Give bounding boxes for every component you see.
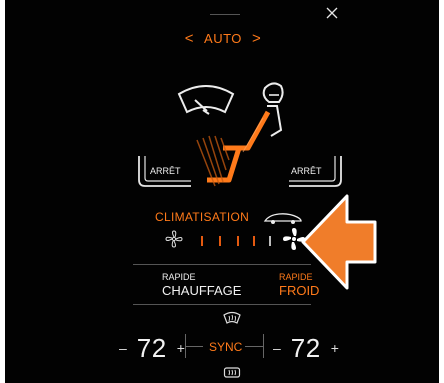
fan-level-tick[interactable] [253,236,255,246]
left-temp-control: – 72 + [119,333,185,363]
fast-heat-small-label: RAPIDE [162,272,196,282]
fan-level-tick[interactable] [237,236,239,246]
right-temp-value: 72 [290,332,321,363]
fast-heat-label: CHAUFFAGE [162,283,242,298]
divider [133,304,311,305]
sync-line-right [245,346,263,347]
rear-defrost-icon[interactable] [223,366,241,380]
sync-line-left [185,346,203,347]
sync-bracket-right [263,334,264,358]
fast-cool-small-label: RAPIDE [279,272,313,282]
climate-screen: < AUTO > ARRÊT ARRÊT CLIMATISATION RAPID… [5,0,439,383]
fan-speed-control[interactable] [165,228,305,252]
right-temp-minus[interactable]: – [273,340,281,356]
right-temp-plus[interactable]: + [331,340,339,356]
mode-selector[interactable]: < AUTO > [175,28,271,48]
mode-prev-arrow[interactable]: < [185,30,194,47]
sync-button[interactable]: SYNC [209,340,242,354]
fan-level-tick[interactable] [201,236,203,246]
climatisation-label[interactable]: CLIMATISATION [155,210,249,224]
right-seat-heat-button[interactable]: ARRÊT [283,150,345,192]
front-defrost-icon[interactable] [223,311,241,325]
mode-next-arrow[interactable]: > [252,30,261,47]
mode-label: AUTO [204,30,242,46]
left-seat-heat-button[interactable]: ARRÊT [135,150,197,192]
fan-level-tick[interactable] [269,236,271,246]
fast-heat-button[interactable]: RAPIDE CHAUFFAGE [155,268,245,300]
left-seat-label: ARRÊT [150,166,181,176]
seat-icon[interactable] [193,110,283,192]
divider [133,264,311,265]
close-icon[interactable] [325,6,339,20]
left-temp-value: 72 [136,332,167,363]
fan-level-tick[interactable] [219,236,221,246]
sync-bracket-left [185,334,186,358]
left-temp-plus[interactable]: + [177,340,185,356]
fast-cool-button[interactable]: RAPIDE FROID [271,268,341,300]
right-seat-label: ARRÊT [291,166,322,176]
fast-cool-label: FROID [279,283,320,298]
right-temp-control: – 72 + [273,333,339,363]
handle-line [210,14,240,15]
car-icon[interactable] [263,210,303,226]
left-temp-minus[interactable]: – [119,340,127,356]
fan-low-icon[interactable] [165,230,183,248]
